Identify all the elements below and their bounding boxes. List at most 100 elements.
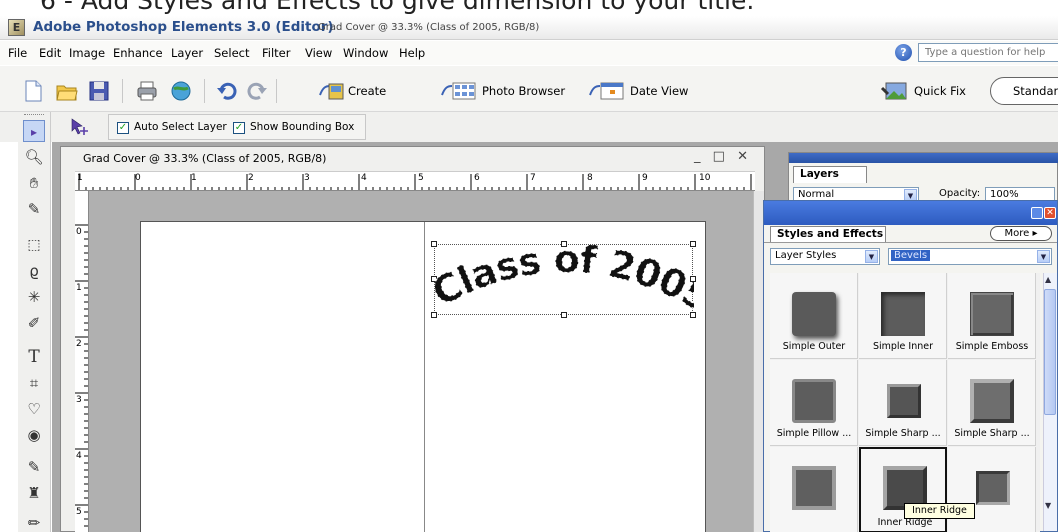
styles-scrollbar-thumb[interactable] [1044, 289, 1056, 415]
move-options-group: ✓ Auto Select Layer ✓ Show Bounding Box [108, 114, 366, 140]
document-title: Grad Cover @ 33.3% (Class of 2005, RGB/8… [318, 22, 540, 33]
style-swatch-selected[interactable]: Inner Ridge [859, 447, 947, 532]
canvas-area[interactable]: Class of 2005 [89, 191, 755, 532]
scroll-down-icon[interactable]: ▼ [1045, 501, 1051, 510]
close-icon[interactable]: ✕ [1044, 207, 1056, 219]
share-icon[interactable] [170, 80, 192, 102]
style-type-select[interactable]: Layer Styles ▼ [770, 248, 880, 265]
style-category-select[interactable]: Bevels ▼ [888, 248, 1052, 265]
menu-view[interactable]: View [305, 46, 332, 60]
standard-edit-button[interactable]: Standard Edit [990, 77, 1058, 105]
svg-text:Class of 2005: Class of 2005 [435, 245, 694, 316]
style-swatch[interactable]: Simple Pillow ... [770, 360, 858, 446]
save-icon[interactable] [88, 80, 110, 102]
style-swatch[interactable] [770, 447, 858, 532]
blend-mode-value: Normal [798, 189, 835, 200]
open-folder-icon[interactable] [56, 80, 78, 102]
toolbar-separator [122, 79, 123, 103]
selection-brush-tool-icon[interactable]: ✐ [23, 312, 45, 334]
magic-wand-tool-icon[interactable]: ✳ [23, 286, 45, 308]
more-button[interactable]: More ▸ [990, 226, 1052, 241]
chevron-down-icon[interactable]: ▼ [1037, 250, 1050, 263]
chevron-down-icon[interactable]: ▼ [865, 250, 878, 263]
style-preview [792, 466, 836, 510]
opacity-value: 100% [990, 189, 1019, 200]
crop-tool-icon[interactable]: ⌗ [23, 372, 45, 394]
cookie-cutter-tool-icon[interactable]: ♡ [23, 398, 45, 420]
style-swatch[interactable]: Simple Inner [859, 273, 947, 359]
menu-image[interactable]: Image [69, 46, 105, 60]
create-button[interactable]: Create [318, 80, 386, 102]
style-label: Simple Outer [782, 341, 846, 352]
healing-brush-tool-icon[interactable]: ✎ [23, 456, 45, 478]
menu-select[interactable]: Select [214, 46, 249, 60]
pencil-tool-icon[interactable]: ✏ [23, 512, 45, 532]
toolbox: ▸ 🔍︎ ✋︎ ✎ ⬚ ϱ ✳ ✐ T ⌗ ♡ ◉ ✎ ♜ ✏ [18, 112, 51, 532]
style-swatch[interactable]: Simple Emboss [948, 273, 1036, 359]
style-swatch[interactable]: Simple Sharp ... [859, 360, 947, 446]
toolbox-grip [24, 114, 44, 115]
move-tool-icon[interactable]: ▸ [23, 120, 45, 142]
style-label: Simple Pillow ... [776, 428, 852, 439]
title-text: Class of 2005 [435, 245, 694, 316]
horizontal-ruler: 1 0 1 2 3 4 5 6 7 8 9 10 [75, 171, 755, 191]
red-eye-tool-icon[interactable]: ◉ [23, 424, 45, 446]
menu-edit[interactable]: Edit [39, 46, 61, 60]
toolbar-separator [204, 79, 205, 103]
help-icon[interactable]: ? [895, 44, 912, 61]
undo-icon[interactable] [216, 80, 238, 102]
menu-help[interactable]: Help [399, 46, 425, 60]
layers-panel-header [789, 153, 1058, 163]
title-bar: E Adobe Photoshop Elements 3.0 (Editor) … [0, 16, 1058, 40]
new-file-icon[interactable] [22, 80, 44, 102]
styles-panel-titlebar: ✕ [764, 201, 1057, 225]
opacity-label: Opacity: [939, 188, 981, 199]
menu-filter[interactable]: Filter [262, 46, 290, 60]
layers-tab[interactable]: Layers [793, 166, 867, 183]
scroll-up-icon[interactable]: ▲ [1045, 275, 1051, 284]
vertical-ruler: 0 1 2 3 4 5 [75, 191, 89, 532]
style-label: Simple Inner [872, 341, 934, 352]
create-icon [319, 83, 344, 100]
class-of-2005-text: Class of 2005 [435, 245, 694, 316]
slide-caption-strip: 6 - Add Styles and Effects to give dimen… [0, 0, 1058, 16]
bounding-box-checkbox[interactable]: ✓ [233, 122, 245, 134]
toolbar-separator [276, 79, 277, 103]
style-preview [792, 292, 836, 336]
menu-bar: File Edit Image Enhance Layer Select Fil… [0, 41, 1058, 65]
menu-window[interactable]: Window [343, 46, 388, 60]
style-type-value: Layer Styles [775, 250, 837, 261]
menu-file[interactable]: File [8, 46, 27, 60]
zoom-tool-icon[interactable]: 🔍︎ [23, 146, 45, 168]
type-tool-icon[interactable]: T [23, 346, 45, 368]
hand-tool-icon[interactable]: ✋︎ [23, 172, 45, 194]
redo-icon[interactable] [246, 80, 268, 102]
eyedropper-tool-icon[interactable]: ✎ [23, 198, 45, 220]
photo-browser-label: Photo Browser [482, 84, 566, 98]
print-icon[interactable] [136, 80, 158, 102]
menu-layer[interactable]: Layer [171, 46, 203, 60]
quick-fix-label: Quick Fix [914, 84, 966, 98]
marquee-tool-icon[interactable]: ⬚ [23, 234, 45, 256]
document-page[interactable]: Class of 2005 [140, 221, 706, 532]
minimize-icon[interactable] [1031, 207, 1043, 219]
lasso-tool-icon[interactable]: ϱ [23, 260, 45, 282]
help-search-input[interactable] [918, 43, 1058, 62]
slide-caption: 6 - Add Styles and Effects to give dimen… [40, 0, 755, 15]
photo-browser-button[interactable]: Photo Browser [440, 80, 565, 102]
styles-and-effects-tab[interactable]: Styles and Effects [770, 226, 886, 242]
create-label: Create [348, 84, 387, 98]
auto-select-checkbox[interactable]: ✓ [117, 122, 129, 134]
clone-stamp-tool-icon[interactable]: ♜ [23, 482, 45, 504]
menu-enhance[interactable]: Enhance [113, 46, 163, 60]
quick-fix-button[interactable]: Quick Fix [880, 77, 978, 105]
date-view-label: Date View [630, 84, 689, 98]
more-label: More [1004, 228, 1030, 239]
style-swatch[interactable]: Simple Sharp ... [948, 360, 1036, 446]
style-preview [976, 471, 1010, 505]
style-swatch[interactable]: Simple Outer [770, 273, 858, 359]
date-view-button[interactable]: Date View [588, 80, 688, 102]
style-swatch[interactable] [948, 447, 1036, 532]
text-layer-bounding-box[interactable]: Class of 2005 [431, 241, 696, 318]
document-window-controls[interactable]: _ □ ✕ [694, 149, 752, 164]
